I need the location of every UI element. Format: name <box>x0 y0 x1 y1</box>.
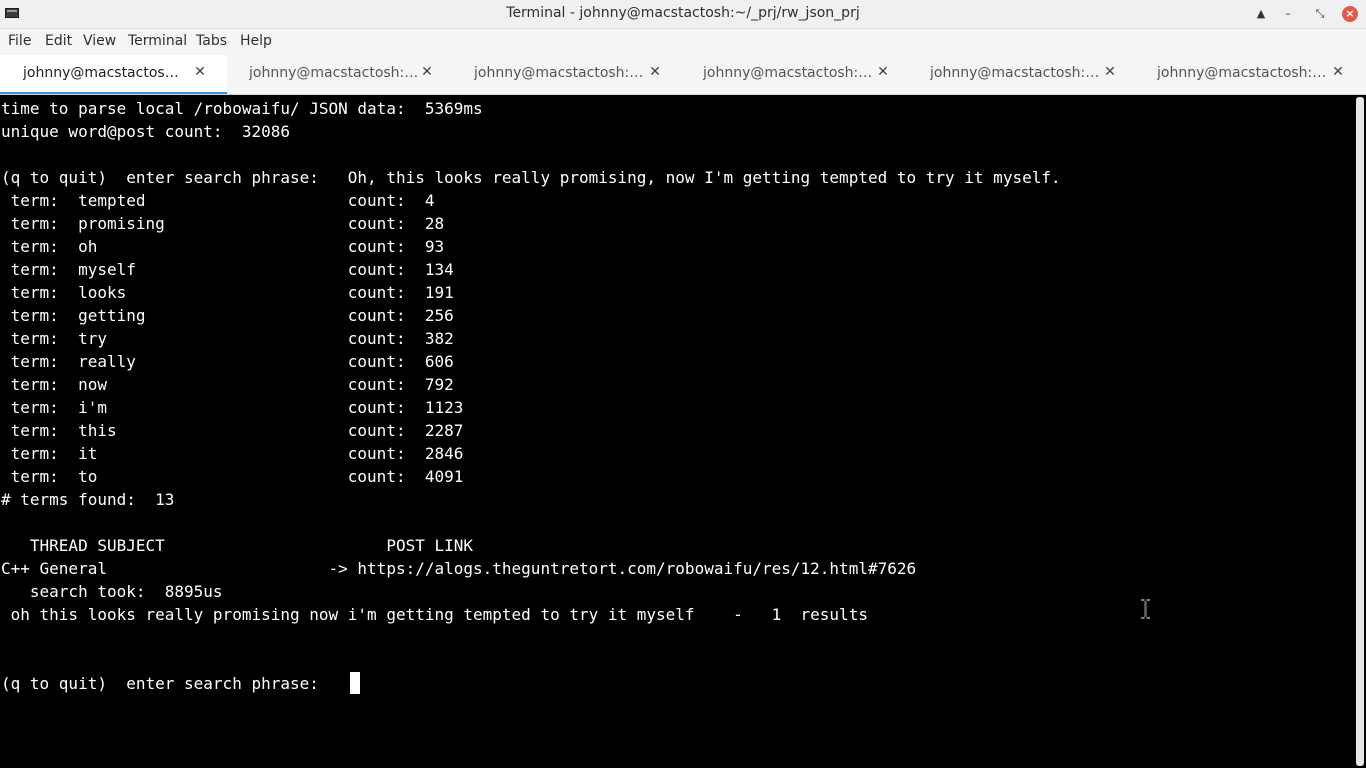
terminal-line: term: now count: 792 <box>1 375 454 394</box>
tab-2[interactable]: johnny@macstactosh:~/_... ✕ <box>227 55 454 94</box>
menu-help[interactable]: Help <box>240 33 272 49</box>
terminal-output[interactable]: time to parse local /robowaifu/ JSON dat… <box>0 95 1354 768</box>
keep-above-icon[interactable]: ▲ <box>1251 4 1271 24</box>
tab-close-icon[interactable]: ✕ <box>193 64 207 80</box>
terminal-line: (q to quit) enter search phrase: Oh, thi… <box>1 168 1061 187</box>
terminal-line: THREAD SUBJECT POST LINK <box>1 536 474 555</box>
prompt-text: (q to quit) enter search phrase: <box>1 674 348 693</box>
terminal-window: Terminal - johnny@macstactosh:~/_prj/rw_… <box>0 0 1366 768</box>
tab-3[interactable]: johnny@macstactosh:~/_p... ✕ <box>454 55 681 94</box>
terminal-line: oh this looks really promising now i'm g… <box>1 605 868 624</box>
terminal-line: term: it count: 2846 <box>1 444 464 463</box>
terminal-line: search took: 8895us <box>1 582 223 601</box>
tab-close-icon[interactable]: ✕ <box>420 64 434 80</box>
tab-label: johnny@macstactosh:~/_p... <box>1157 65 1333 81</box>
scrollbar-thumb[interactable] <box>1356 97 1364 766</box>
terminal-line: term: getting count: 256 <box>1 306 454 325</box>
terminal-line: time to parse local /robowaifu/ JSON dat… <box>1 99 483 118</box>
terminal-line: term: looks count: 191 <box>1 283 454 302</box>
terminal-line: term: tempted count: 4 <box>1 191 435 210</box>
tab-close-icon[interactable]: ✕ <box>1331 64 1345 80</box>
title-bar[interactable]: Terminal - johnny@macstactosh:~/_prj/rw_… <box>0 0 1366 29</box>
menu-file[interactable]: File <box>8 33 31 49</box>
terminal-line: unique word@post count: 32086 <box>1 122 290 141</box>
terminal-line: term: this count: 2287 <box>1 421 464 440</box>
terminal-line: # terms found: 13 <box>1 490 175 509</box>
tab-label: johnny@macstactosh:~/_p... <box>474 65 650 81</box>
tab-close-icon[interactable]: ✕ <box>876 64 890 80</box>
mouse-ibeam-cursor-icon <box>1141 599 1150 619</box>
terminal-line: term: to count: 4091 <box>1 467 464 486</box>
tab-label: johnny@macstactosh:~/M... <box>703 65 877 81</box>
menu-bar: File Edit View Terminal Tabs Help <box>0 29 1366 55</box>
terminal-scrollbar[interactable] <box>1354 95 1366 768</box>
prompt-line[interactable]: (q to quit) enter search phrase: <box>1 672 360 695</box>
terminal-line: term: myself count: 134 <box>1 260 454 279</box>
tab-bar: johnny@macstactosh:~/_... ✕ johnny@macst… <box>0 55 1366 95</box>
terminal-line: term: oh count: 93 <box>1 237 445 256</box>
text-cursor <box>349 672 360 694</box>
tab-5[interactable]: johnny@macstactosh:~/M... ✕ <box>908 55 1135 94</box>
menu-tabs[interactable]: Tabs <box>196 33 227 49</box>
terminal-line: C++ General -> https://alogs.theguntreto… <box>1 559 917 578</box>
menu-view[interactable]: View <box>83 33 116 49</box>
close-window-icon[interactable]: × <box>1342 6 1358 22</box>
maximize-icon[interactable]: ⤡ <box>1310 4 1330 24</box>
minimize-icon[interactable]: – <box>1278 4 1298 24</box>
tab-label: johnny@macstactosh:~/_... <box>23 65 187 81</box>
tab-close-icon[interactable]: ✕ <box>648 64 662 80</box>
tab-6[interactable]: johnny@macstactosh:~/_p... ✕ <box>1135 55 1362 94</box>
terminal-line: term: i'm count: 1123 <box>1 398 464 417</box>
tab-close-icon[interactable]: ✕ <box>1103 64 1117 80</box>
window-title: Terminal - johnny@macstactosh:~/_prj/rw_… <box>506 5 860 21</box>
terminal-line: term: try count: 382 <box>1 329 454 348</box>
terminal-line: term: really count: 606 <box>1 352 454 371</box>
terminal-line: term: promising count: 28 <box>1 214 445 233</box>
tab-1[interactable]: johnny@macstactosh:~/_... ✕ <box>0 55 227 94</box>
menu-terminal[interactable]: Terminal <box>128 33 187 49</box>
tab-label: johnny@macstactosh:~/_... <box>249 65 421 81</box>
tab-4[interactable]: johnny@macstactosh:~/M... ✕ <box>681 55 908 94</box>
tab-label: johnny@macstactosh:~/M... <box>930 65 1104 81</box>
menu-edit[interactable]: Edit <box>45 33 72 49</box>
